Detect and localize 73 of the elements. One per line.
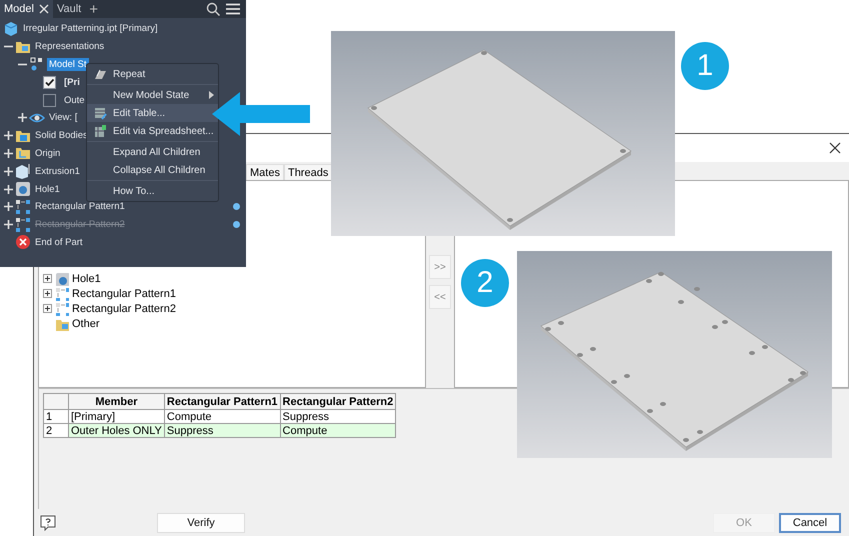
error-icon [15,234,31,250]
checkbox[interactable] [43,76,56,89]
close-icon [829,142,841,154]
cancel-button[interactable]: Cancel [779,512,841,532]
tab[interactable]: Vault [52,0,86,18]
tree-item[interactable]: Oute [62,94,87,107]
tree-item[interactable]: Model St [47,58,88,71]
expand-icon [43,304,52,313]
checkbox[interactable] [43,94,56,107]
expand-icon[interactable] [4,148,13,158]
tree-item[interactable]: Origin [33,146,62,160]
number-badge: 1 [681,42,729,90]
tree-item[interactable]: Representations [33,40,106,54]
menu-item[interactable]: New Model State [87,86,218,104]
menu-item[interactable]: How To... [87,182,218,200]
tab[interactable]: Threads [284,164,332,180]
menu-item[interactable]: Expand All Children [87,143,218,161]
state-icon [29,56,45,72]
tree-item[interactable]: Hole1 [72,272,101,284]
spreadsheet-icon [93,124,107,138]
arrow-icon [212,92,310,136]
menu-item[interactable]: Collapse All Children [87,161,218,179]
expand-icon [43,274,52,283]
pattern-icon [15,216,31,233]
expand-icon[interactable] [4,131,13,140]
search-icon [206,2,220,16]
add-tab-button[interactable]: + [85,0,102,18]
menu-icon [226,3,240,15]
menu-item[interactable]: Edit via Spreadsheet... [87,122,218,140]
repeat-icon [93,67,107,81]
tree-item[interactable]: End of Part [33,236,85,249]
expand-icon[interactable] [18,113,27,122]
tree-item[interactable]: View: [ [47,111,80,124]
table-cell[interactable]: Compute [280,424,396,438]
tree-item[interactable]: Rectangular Pattern1 [72,288,176,300]
hole-icon [15,181,31,198]
tree-item[interactable]: Rectangular Pattern1 [33,200,127,214]
column-header: Rectangular Pattern1 [164,394,280,410]
expand-icon[interactable] [4,184,13,194]
menu-item[interactable]: Repeat [87,65,218,83]
close-icon[interactable] [38,4,49,14]
column-header: Rectangular Pattern2 [280,394,396,410]
tab[interactable]: Mates [246,164,284,180]
verify-button[interactable]: Verify [157,512,245,532]
cube-icon [3,20,19,37]
origin-icon [15,145,31,162]
expand-icon[interactable] [4,220,13,230]
hole-icon [55,272,69,286]
row-number: 1 [44,410,68,424]
table-cell[interactable]: Compute [164,410,280,424]
extrusion-icon [15,163,31,180]
pattern-icon [15,198,31,215]
expand-icon[interactable] [4,166,13,176]
tree-item[interactable]: Hole1 [33,182,62,196]
table-cell[interactable]: [Primary] [68,410,164,424]
table-cell[interactable]: Outer Holes ONLY [68,424,164,438]
tab[interactable]: Model [0,0,53,18]
expand-icon[interactable] [4,202,13,212]
pattern-icon [55,302,69,316]
menu-item[interactable]: Edit Table... [87,104,218,122]
table-cell[interactable]: Suppress [280,410,396,424]
tree-item[interactable]: Extrusion1 [33,164,82,178]
row-number: 2 [44,424,68,438]
tree-item[interactable]: Irregular Patterning.ipt [Primary] [21,22,160,36]
column-header: Member [68,394,164,410]
pattern-icon [55,286,69,300]
expand-icon [43,289,52,298]
tree-item[interactable]: Other [72,318,100,330]
tree-item[interactable]: Rectangular Pattern2 [72,302,176,314]
table-cell[interactable]: Suppress [164,424,280,438]
help-icon [40,514,56,530]
table-icon [93,106,107,120]
tree-item[interactable]: [Pri [62,76,82,89]
